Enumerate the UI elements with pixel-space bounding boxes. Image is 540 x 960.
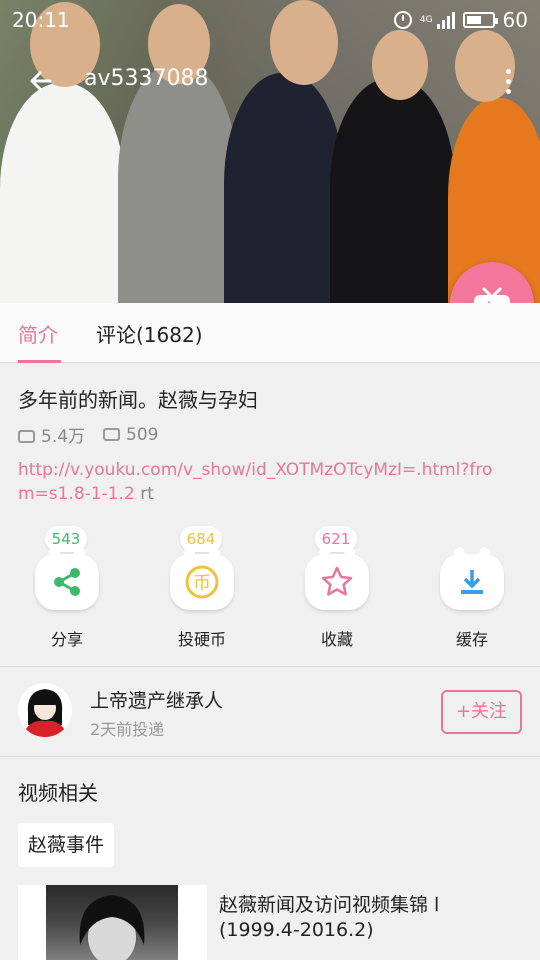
share-label: 分享 (50, 630, 83, 649)
cover-figure (224, 73, 344, 303)
follow-button[interactable]: +关注 (441, 690, 522, 734)
coin-icon: 币 (170, 554, 234, 610)
description-link[interactable]: http://v.youku.com/v_show/id_XOTMzOTcyMz… (18, 458, 508, 506)
network-type: 4G (419, 14, 433, 25)
battery-level: 60 (502, 8, 528, 32)
download-icon (440, 554, 504, 610)
source-url[interactable]: http://v.youku.com/v_show/id_XOTMzOTcyMz… (18, 460, 492, 504)
link-suffix: rt (134, 484, 154, 504)
status-time: 20:11 (12, 8, 70, 32)
favorite-label: 收藏 (320, 630, 353, 649)
danmaku-count: 509 (103, 425, 159, 445)
related-heading: 视频相关 (18, 781, 98, 805)
thumbnail-image (46, 885, 178, 960)
tab-bar: 简介 评论(1682) (0, 303, 540, 363)
back-arrow-icon[interactable] (26, 66, 58, 98)
related-thumbnail[interactable] (18, 885, 207, 960)
uploader-name[interactable]: 上帝遗产继承人 (90, 686, 223, 713)
video-stats: 5.4万 509 (18, 422, 159, 447)
svg-text:币: 币 (193, 573, 211, 594)
download-button[interactable]: 缓存 (422, 522, 522, 652)
alarm-icon (393, 11, 412, 29)
top-bar: av5337088 (0, 60, 540, 104)
signal-icon (436, 11, 455, 29)
uploader-row[interactable]: 上帝遗产继承人 2天前投递 +关注 (0, 666, 540, 756)
video-cover-image[interactable]: 20:11 4G 60 av5337088 (0, 0, 540, 303)
tab-intro[interactable]: 简介 (18, 319, 58, 348)
danmaku-icon (103, 427, 121, 441)
cover-figure (330, 78, 455, 303)
action-row: 543 分享 684 币 投硬币 621 收藏 缓存 (0, 522, 540, 652)
upload-time: 2天前投递 (90, 720, 165, 739)
related-video-title[interactable]: 赵薇新闻及访问视频集锦 l (1999.4-2016.2) (219, 893, 519, 943)
battery-icon (462, 12, 498, 28)
share-icon (35, 554, 99, 610)
video-title: 多年前的新闻。赵薇与孕妇 (18, 388, 258, 412)
coin-button[interactable]: 684 币 投硬币 (152, 522, 252, 652)
play-count-icon (18, 430, 35, 443)
related-video-item[interactable]: 赵薇新闻及访问视频集锦 l (1999.4-2016.2) (18, 885, 522, 960)
related-tag[interactable]: 赵薇事件 (18, 823, 115, 867)
coin-label: 投硬币 (177, 630, 226, 649)
video-id-title: av5337088 (84, 66, 209, 91)
cover-figure (0, 83, 125, 303)
status-bar: 20:11 4G 60 (0, 0, 540, 38)
star-icon (305, 554, 369, 610)
more-options-icon[interactable] (504, 66, 512, 96)
favorite-button[interactable]: 621 收藏 (287, 522, 387, 652)
play-count: 5.4万 (18, 422, 85, 447)
share-button[interactable]: 543 分享 (17, 522, 117, 652)
download-label: 缓存 (455, 630, 488, 649)
tab-indicator (18, 360, 61, 363)
tab-comments[interactable]: 评论(1682) (96, 319, 203, 348)
avatar[interactable] (18, 683, 72, 737)
divider (0, 756, 540, 757)
